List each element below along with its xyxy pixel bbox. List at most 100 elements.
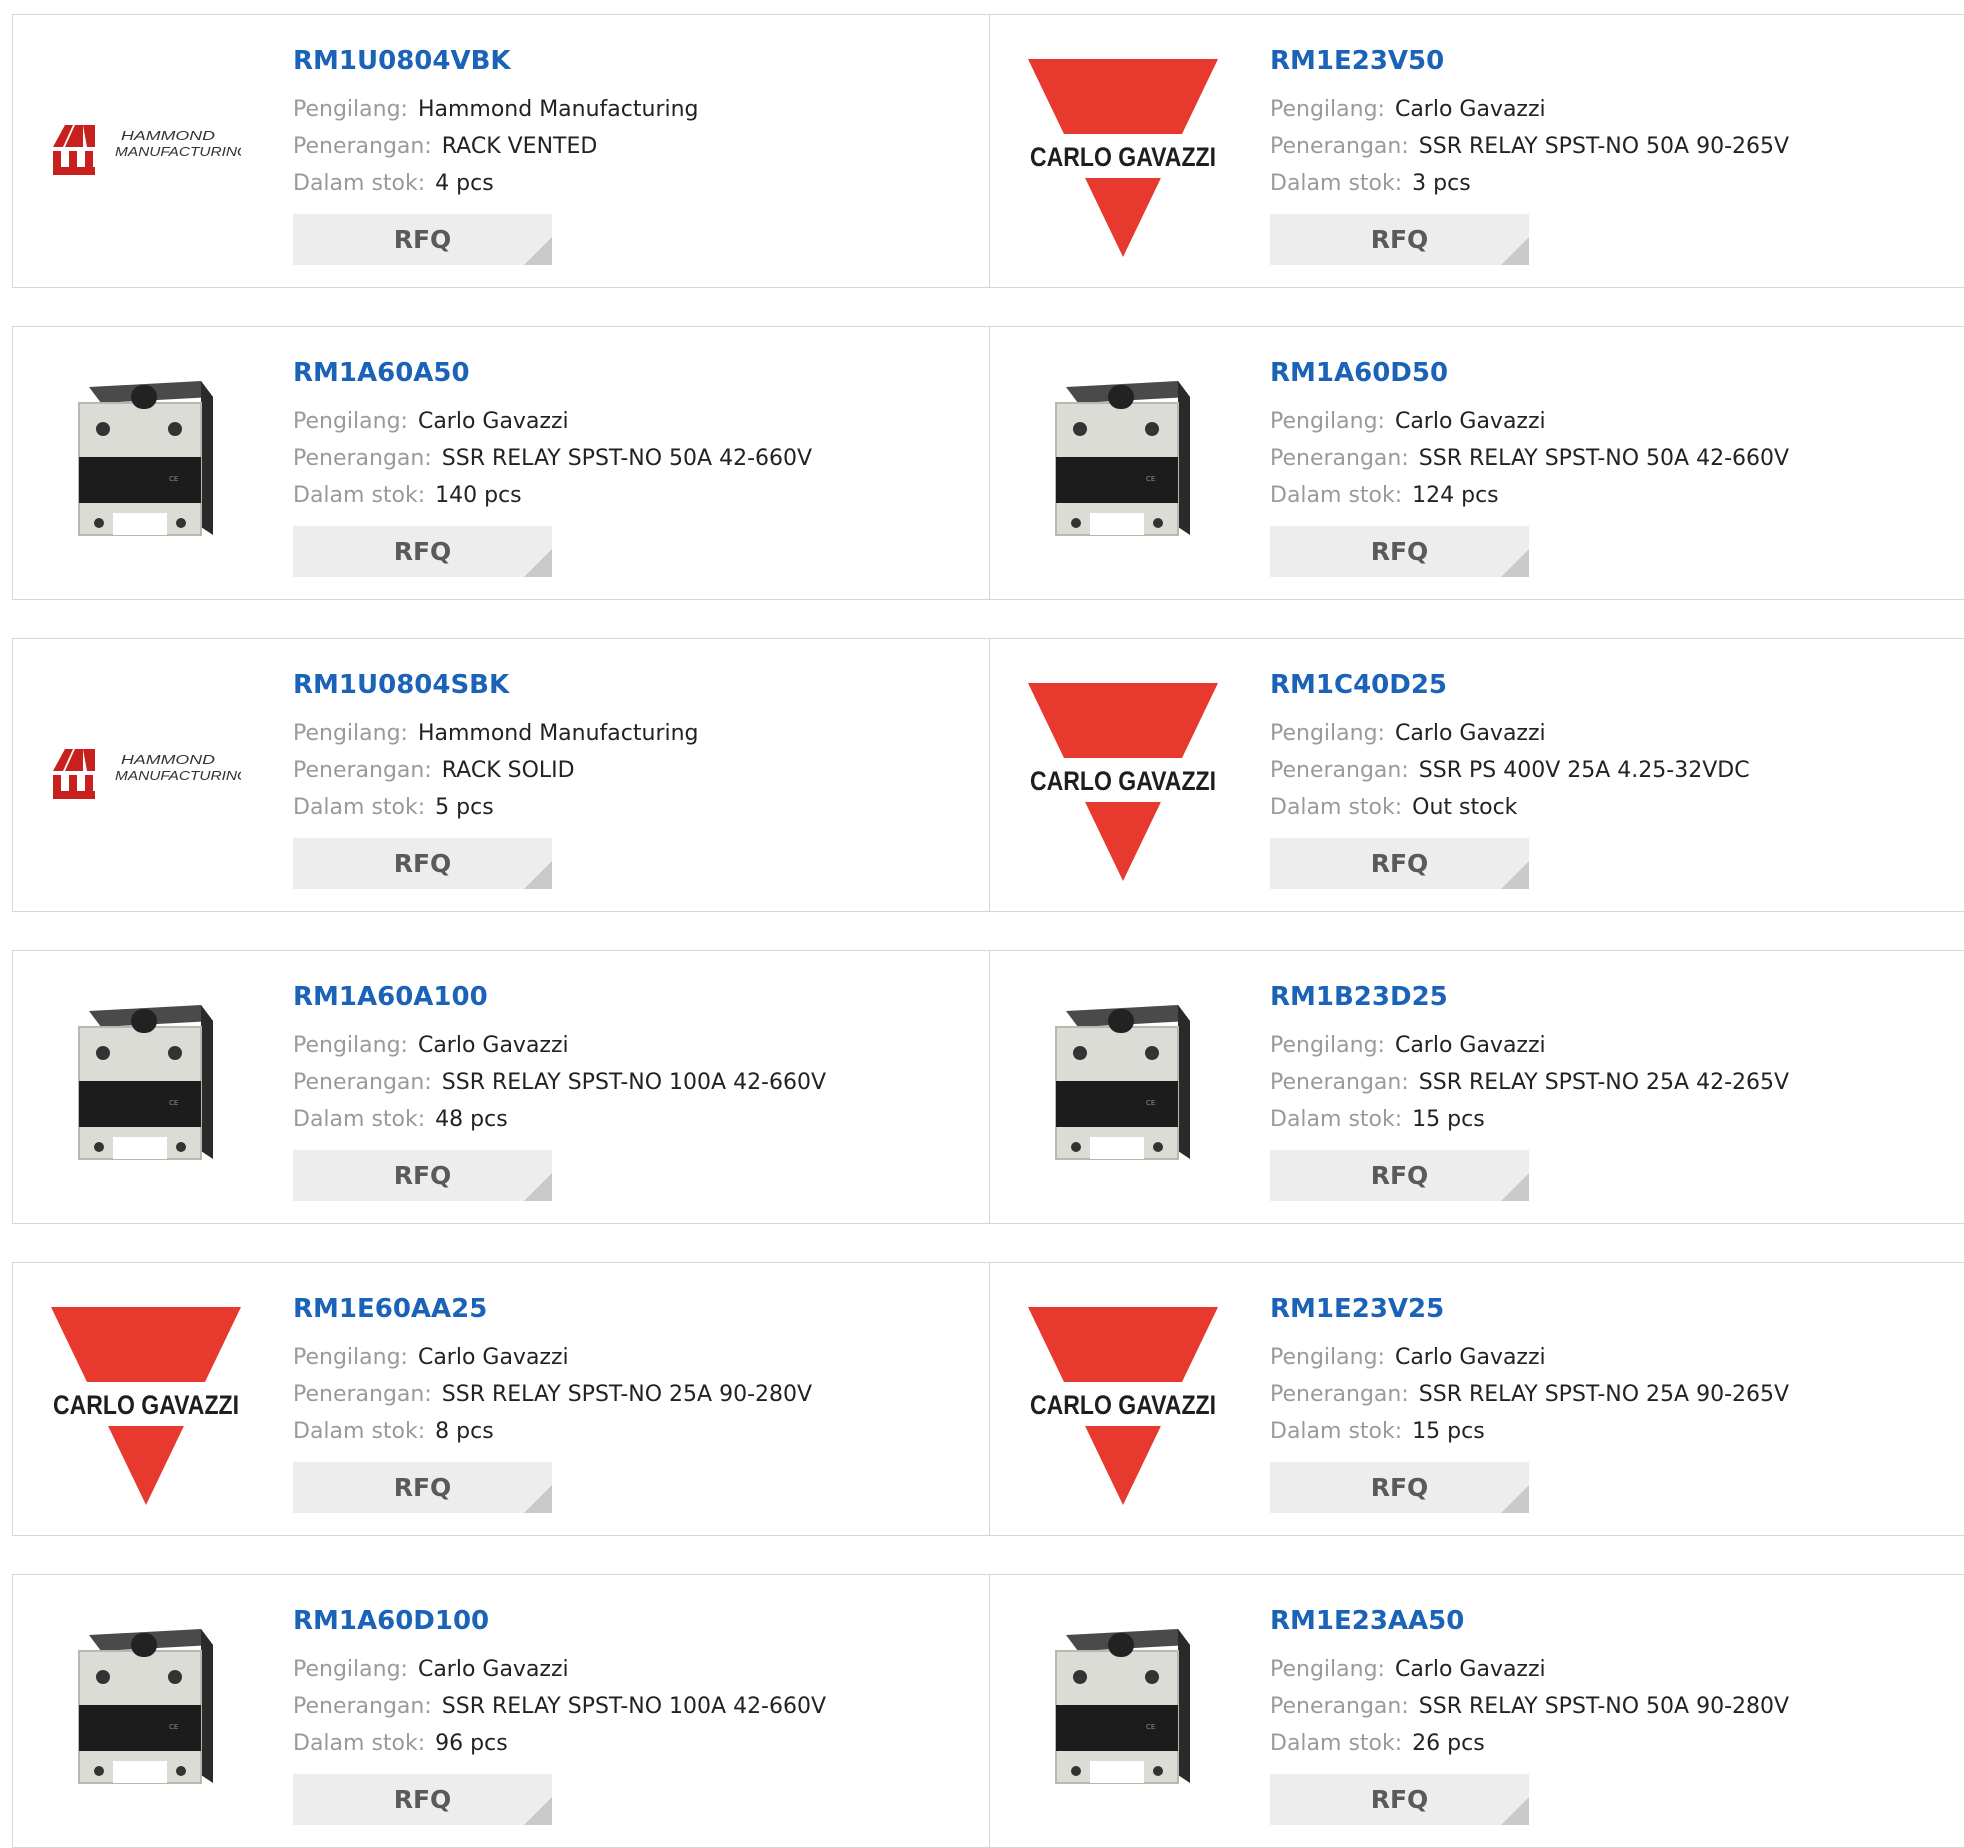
product-info: RM1E60AA25 Pengilang: Carlo Gavazzi Peneran…	[293, 1293, 953, 1513]
rfq-button[interactable]: RFQ	[293, 1774, 552, 1825]
product-image[interactable]: CE	[1028, 975, 1218, 1195]
description-row: Penerangan: SSR RELAY SPST-NO 50A 42-660V	[293, 440, 953, 477]
manufacturer-label: Pengilang:	[1270, 97, 1385, 122]
part-number-link[interactable]: RM1B23D25	[1270, 981, 1930, 1013]
manufacturer-value: Carlo Gavazzi	[1394, 1345, 1546, 1370]
stock-row: Dalam stok: 8 pcs	[293, 1413, 953, 1450]
stock-row: Dalam stok: 5 pcs	[293, 789, 953, 826]
rfq-corner-decoration	[1501, 549, 1529, 577]
rfq-button[interactable]: RFQ	[293, 1150, 552, 1201]
description-value: SSR RELAY SPST-NO 25A 90-265V	[1418, 1382, 1790, 1407]
description-value: SSR RELAY SPST-NO 50A 90-280V	[1418, 1694, 1790, 1719]
description-label: Penerangan:	[293, 1382, 432, 1407]
product-image[interactable]: CARLO GAVAZZI	[1028, 39, 1218, 259]
stock-row: Dalam stok: 48 pcs	[293, 1101, 953, 1138]
rfq-label: RFQ	[1370, 849, 1429, 878]
svg-text:HAMMOND: HAMMOND	[121, 128, 215, 143]
description-value: SSR PS 400V 25A 4.25-32VDC	[1418, 758, 1750, 783]
manufacturer-label: Pengilang:	[293, 721, 408, 746]
stock-row: Dalam stok: 15 pcs	[1270, 1101, 1930, 1138]
description-row: Penerangan: SSR RELAY SPST-NO 50A 90-280V	[1270, 1688, 1930, 1725]
manufacturer-row: Pengilang: Hammond Manufacturing	[293, 715, 953, 752]
svg-text:CE: CE	[1146, 475, 1155, 483]
stock-row: Dalam stok: 3 pcs	[1270, 165, 1930, 202]
stock-row: Dalam stok: 140 pcs	[293, 477, 953, 514]
part-number-link[interactable]: RM1U0804SBK	[293, 669, 953, 701]
part-number-link[interactable]: RM1A60A50	[293, 357, 953, 389]
description-label: Penerangan:	[293, 758, 432, 783]
rfq-button[interactable]: RFQ	[1270, 526, 1529, 577]
part-number-link[interactable]: RM1E23AA50	[1270, 1605, 1930, 1637]
product-row: HAMMOND MANUFACTURING RM1U0804SBK Pengilang…	[12, 638, 1964, 912]
manufacturer-row: Pengilang: Carlo Gavazzi	[1270, 1651, 1930, 1688]
part-number-link[interactable]: RM1U0804VBK	[293, 45, 953, 77]
rfq-button[interactable]: RFQ	[293, 838, 552, 889]
product-image[interactable]: CE	[51, 1599, 241, 1819]
rfq-button[interactable]: RFQ	[293, 214, 552, 265]
rfq-corner-decoration	[524, 1797, 552, 1825]
rfq-corner-decoration	[1501, 237, 1529, 265]
product-image[interactable]: CARLO GAVAZZI	[51, 1287, 241, 1507]
rfq-button[interactable]: RFQ	[1270, 838, 1529, 889]
stock-label: Dalam stok:	[293, 1419, 426, 1444]
rfq-label: RFQ	[1370, 1473, 1429, 1502]
product-image[interactable]: CARLO GAVAZZI	[1028, 663, 1218, 883]
part-number-link[interactable]: RM1E23V25	[1270, 1293, 1930, 1325]
manufacturer-value: Carlo Gavazzi	[417, 1657, 569, 1682]
manufacturer-row: Pengilang: Carlo Gavazzi	[1270, 403, 1930, 440]
relay-photo: CE	[1028, 1599, 1218, 1819]
product-info: RM1U0804VBK Pengilang: Hammond Manufacturi…	[293, 45, 953, 265]
rfq-label: RFQ	[1370, 225, 1429, 254]
rfq-button[interactable]: RFQ	[293, 526, 552, 577]
product-image[interactable]: CE	[51, 975, 241, 1195]
product-image[interactable]: CARLO GAVAZZI	[1028, 1287, 1218, 1507]
part-number-link[interactable]: RM1E23V50	[1270, 45, 1930, 77]
product-card: CE RM1B23D25 Pengilang: Carlo Gavazzi Penera…	[989, 950, 1964, 1224]
rfq-button[interactable]: RFQ	[1270, 1150, 1529, 1201]
description-row: Penerangan: SSR RELAY SPST-NO 100A 42-660…	[293, 1688, 953, 1725]
product-image[interactable]: CE	[1028, 1599, 1218, 1819]
product-info: RM1E23AA50 Pengilang: Carlo Gavazzi Peneran…	[1270, 1605, 1930, 1825]
rfq-button[interactable]: RFQ	[1270, 214, 1529, 265]
svg-text:CARLO GAVAZZI: CARLO GAVAZZI	[1030, 766, 1216, 796]
product-image[interactable]: CE	[1028, 351, 1218, 571]
rfq-label: RFQ	[393, 1473, 452, 1502]
rfq-button[interactable]: RFQ	[1270, 1774, 1529, 1825]
rfq-button[interactable]: RFQ	[1270, 1462, 1529, 1513]
description-row: Penerangan: SSR RELAY SPST-NO 25A 90-265V	[1270, 1376, 1930, 1413]
description-label: Penerangan:	[293, 1694, 432, 1719]
product-card: CARLO GAVAZZI RM1E23V50 Pengilang: Carlo Ga…	[989, 14, 1964, 288]
rfq-label: RFQ	[393, 225, 452, 254]
part-number-link[interactable]: RM1A60D50	[1270, 357, 1930, 389]
product-card: CE RM1A60A50 Pengilang: Carlo Gavazzi Penera…	[12, 326, 990, 600]
relay-photo: CE	[51, 351, 241, 571]
stock-label: Dalam stok:	[293, 483, 426, 508]
product-image[interactable]: HAMMOND MANUFACTURING	[51, 663, 241, 883]
product-row: CE RM1A60D100 Pengilang: Carlo Gavazzi Pener…	[12, 1574, 1964, 1848]
manufacturer-label: Pengilang:	[1270, 721, 1385, 746]
part-number-link[interactable]: RM1A60D100	[293, 1605, 953, 1637]
stock-value: 3 pcs	[1412, 171, 1471, 196]
manufacturer-value: Carlo Gavazzi	[417, 409, 569, 434]
description-value: SSR RELAY SPST-NO 100A 42-660V	[441, 1070, 827, 1095]
rfq-corner-decoration	[1501, 1797, 1529, 1825]
rfq-label: RFQ	[393, 849, 452, 878]
svg-text:CE: CE	[169, 1099, 178, 1107]
stock-label: Dalam stok:	[1270, 1107, 1403, 1132]
manufacturer-row: Pengilang: Hammond Manufacturing	[293, 91, 953, 128]
rfq-button[interactable]: RFQ	[293, 1462, 552, 1513]
relay-photo: CE	[51, 1599, 241, 1819]
part-number-link[interactable]: RM1E60AA25	[293, 1293, 953, 1325]
description-label: Penerangan:	[293, 446, 432, 471]
product-image[interactable]: CE	[51, 351, 241, 571]
stock-row: Dalam stok: 15 pcs	[1270, 1413, 1930, 1450]
product-card: CARLO GAVAZZI RM1C40D25 Pengilang: Carlo Ga…	[989, 638, 1964, 912]
part-number-link[interactable]: RM1C40D25	[1270, 669, 1930, 701]
product-image[interactable]: HAMMOND MANUFACTURING	[51, 39, 241, 259]
description-row: Penerangan: SSR RELAY SPST-NO 50A 42-660V	[1270, 440, 1930, 477]
manufacturer-label: Pengilang:	[293, 97, 408, 122]
carlo-gavazzi-logo: CARLO GAVAZZI	[1028, 1307, 1218, 1505]
description-value: SSR RELAY SPST-NO 25A 90-280V	[441, 1382, 813, 1407]
product-card: CE RM1A60D100 Pengilang: Carlo Gavazzi Pener…	[12, 1574, 990, 1848]
part-number-link[interactable]: RM1A60A100	[293, 981, 953, 1013]
